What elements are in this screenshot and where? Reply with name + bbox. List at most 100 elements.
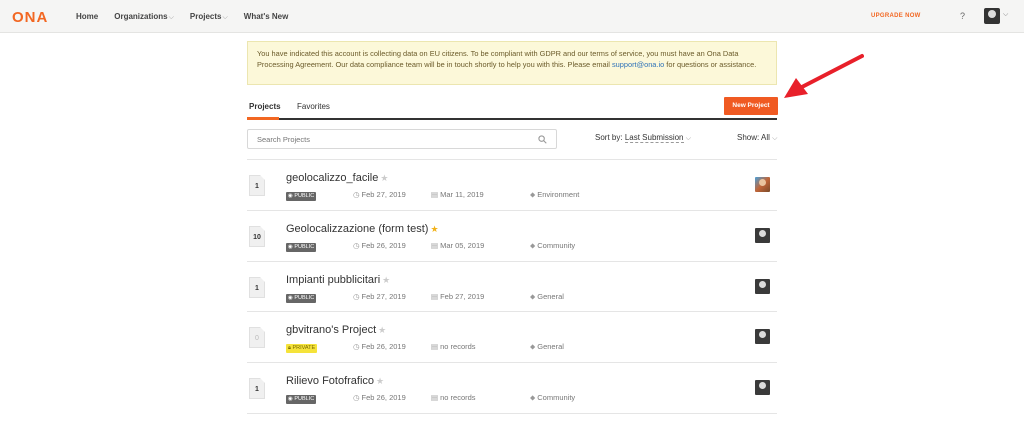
search-icon[interactable] [538, 135, 547, 144]
form-count-icon: 10 [249, 225, 265, 247]
project-row[interactable]: 1 Impianti pubblicitari ★ ◉ PUBLIC ◷ Feb 27, … [247, 262, 777, 313]
submission-icon: ▤ [431, 190, 439, 199]
nav-organizations[interactable]: Organizations⌵ [114, 12, 174, 22]
owner-avatar[interactable] [755, 177, 770, 192]
chevron-down-icon[interactable]: ⌵ [1003, 11, 1008, 19]
sort-dropdown[interactable]: Sort by: Last Submission ⌵ [595, 133, 691, 143]
visibility-badge: ◉ PUBLIC [286, 293, 317, 303]
visibility-label: PUBLIC [294, 294, 315, 301]
support-email-link[interactable]: support@ona.io [612, 60, 664, 69]
upgrade-now-link[interactable]: UPGRADE NOW [871, 13, 921, 19]
new-project-button[interactable]: New Project [724, 97, 778, 115]
project-name-wrap: Rilievo Fotofrafico ★ [286, 375, 384, 387]
date-created-value: Feb 26, 2019 [361, 342, 406, 352]
clock-icon: ◷ [353, 240, 360, 250]
visibility-label: PRIVATE [292, 345, 316, 352]
project-row[interactable]: 10 Geolocalizzazione (form test) ★ ◉ PUBLIC… [247, 211, 777, 262]
eye-icon: ◉ [288, 396, 293, 403]
owner-avatar[interactable] [755, 227, 770, 243]
project-name-link[interactable]: geolocalizzo_facile [286, 172, 378, 184]
star-icon[interactable]: ★ [380, 173, 388, 183]
submission-icon: ▤ [431, 291, 439, 301]
chevron-down-icon: ⌵ [685, 135, 692, 142]
nav-label: What's New [243, 12, 289, 21]
date-created-value: Feb 27, 2019 [361, 190, 406, 199]
show-filter-dropdown[interactable]: Show: All ⌵ [737, 133, 777, 143]
project-name-link[interactable]: Geolocalizzazione (form test) [286, 223, 428, 235]
star-icon[interactable]: ★ [376, 376, 384, 386]
help-icon[interactable]: ? [960, 11, 965, 21]
nav-label: Organizations [114, 11, 168, 21]
nav-label: Projects [189, 11, 222, 21]
project-row[interactable]: 1 Rilievo Fotofrafico ★ ◉ PUBLIC ◷ Feb 26, 20… [247, 363, 777, 414]
date-created: ◷ Feb 26, 2019 [353, 241, 406, 250]
last-submission-value: Feb 27, 2019 [440, 291, 485, 301]
project-tabs: Projects Favorites [247, 96, 777, 120]
project-row[interactable]: 0 gbvitrano's Project ★ 🔒︎ PRIVATE ◷ Feb 26, … [247, 312, 777, 364]
project-name-link[interactable]: Impianti pubblicitari [286, 274, 380, 286]
last-submission: ▤ Mar 05, 2019 [431, 241, 484, 250]
project-row[interactable]: 1 geolocalizzo_facile ★ ◉ PUBLIC ◷ Feb 27, 20… [247, 160, 777, 211]
eye-icon: ◉ [288, 294, 293, 301]
nav-projects[interactable]: Projects⌵ [190, 12, 228, 22]
clock-icon: ◷ [353, 190, 360, 199]
last-submission: ▤ Feb 27, 2019 [431, 292, 484, 301]
chevron-down-icon: ⌵ [168, 13, 174, 21]
owner-avatar[interactable] [755, 278, 770, 294]
chevron-down-icon: ⌵ [222, 13, 228, 21]
date-created: ◷ Feb 27, 2019 [353, 292, 406, 301]
last-submission-value: no records [440, 393, 476, 403]
nav-label: Home [76, 12, 99, 21]
tag-icon: ⬥ [530, 190, 536, 199]
star-icon[interactable]: ★ [430, 224, 438, 234]
visibility-label: PUBLIC [294, 396, 315, 403]
nav-home[interactable]: Home [76, 12, 98, 21]
owner-avatar[interactable] [755, 380, 770, 396]
gdpr-notice-banner: You have indicated this account is colle… [247, 41, 777, 85]
date-created: ◷ Feb 26, 2019 [353, 342, 406, 351]
red-annotation-arrow [784, 54, 864, 98]
project-name-wrap: geolocalizzo_facile ★ [286, 172, 388, 184]
project-tag: ⬥ Environment [530, 190, 579, 200]
star-icon[interactable]: ★ [378, 325, 386, 335]
owner-avatar[interactable] [755, 329, 770, 345]
visibility-badge: ◉ PUBLIC [286, 242, 317, 252]
sort-label: Sort by: [595, 133, 623, 142]
form-count-icon: 1 [249, 276, 265, 298]
submission-icon: ▤ [431, 342, 439, 352]
main-nav: Home Organizations⌵ Projects⌵ What's New [76, 0, 288, 33]
last-submission-value: no records [440, 342, 476, 352]
date-created-value: Feb 26, 2019 [361, 393, 406, 403]
project-list: 1 geolocalizzo_facile ★ ◉ PUBLIC ◷ Feb 27, 20… [247, 159, 777, 414]
sort-value[interactable]: Last Submission [624, 133, 684, 143]
tag-value: General [537, 342, 564, 352]
search-projects-input[interactable] [247, 129, 557, 149]
tag-icon: ⬥ [530, 291, 536, 301]
last-submission: ▤ no records [431, 342, 476, 351]
eye-icon: ◉ [288, 193, 293, 199]
project-tag: ⬥ General [530, 342, 564, 352]
star-icon[interactable]: ★ [382, 275, 390, 285]
user-avatar[interactable] [984, 8, 1000, 24]
project-name-wrap: Geolocalizzazione (form test) ★ [286, 223, 439, 235]
tag-value: Community [537, 240, 576, 250]
show-value[interactable]: All [761, 133, 770, 142]
project-name-link[interactable]: gbvitrano's Project [286, 324, 376, 336]
date-created-value: Feb 26, 2019 [361, 240, 406, 250]
form-count-icon: 0 [249, 327, 265, 349]
tag-icon: ⬥ [530, 393, 536, 403]
tab-favorites[interactable]: Favorites [297, 102, 330, 111]
show-label: Show: [737, 133, 760, 142]
tag-icon: ⬥ [530, 240, 536, 250]
tag-value: Environment [537, 190, 580, 199]
nav-what-s-new[interactable]: What's New [244, 12, 289, 21]
visibility-badge: ◉ PUBLIC [286, 395, 317, 405]
tag-value: General [537, 291, 564, 301]
chevron-down-icon: ⌵ [772, 135, 778, 142]
project-name-link[interactable]: Rilievo Fotofrafico [286, 375, 374, 387]
tab-projects[interactable]: Projects [249, 102, 281, 111]
clock-icon: ◷ [353, 393, 360, 403]
ona-logo[interactable]: ONA [12, 9, 48, 26]
last-submission-value: Mar 05, 2019 [440, 240, 485, 250]
form-count-icon: 1 [249, 378, 265, 400]
